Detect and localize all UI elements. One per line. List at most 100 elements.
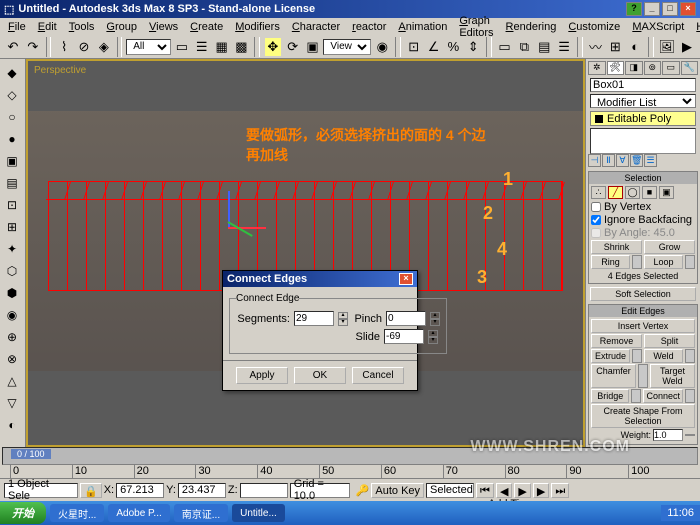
- prev-frame-icon[interactable]: ◀: [496, 483, 512, 498]
- grow-button[interactable]: Grow: [644, 240, 695, 254]
- y-coord-field[interactable]: 23.437: [178, 483, 226, 498]
- connect-settings[interactable]: [685, 389, 695, 403]
- keymode-dropdown[interactable]: Selected: [426, 483, 474, 498]
- extrude-button[interactable]: Extrude: [591, 349, 630, 363]
- select-by-name-icon[interactable]: ☰: [193, 37, 211, 57]
- polygon-mode-icon[interactable]: ■: [642, 186, 657, 199]
- goto-start-icon[interactable]: ⏮: [476, 483, 494, 498]
- select-region-icon[interactable]: ▦: [213, 37, 231, 57]
- weight-field[interactable]: [653, 429, 683, 441]
- system-tray[interactable]: 11:06: [661, 505, 700, 521]
- target-weld-button[interactable]: Target Weld: [650, 364, 695, 388]
- menu-customize[interactable]: Customize: [564, 21, 624, 33]
- layers-icon[interactable]: ☰: [555, 37, 573, 57]
- lock-selection-icon[interactable]: 🔒: [80, 483, 102, 498]
- start-button[interactable]: 开始: [0, 502, 46, 524]
- maximize-button[interactable]: □: [662, 2, 678, 16]
- dialog-close-icon[interactable]: ×: [399, 273, 413, 285]
- select-icon[interactable]: ▭: [173, 37, 191, 57]
- curve-editor-icon[interactable]: 〰: [587, 37, 605, 57]
- link-icon[interactable]: ⌇: [55, 37, 73, 57]
- reactor-icon[interactable]: ⬢: [2, 283, 22, 303]
- reactor-icon[interactable]: ▣: [2, 151, 22, 171]
- modifier-list-dropdown[interactable]: Modifier List: [590, 94, 696, 108]
- reactor-icon[interactable]: ◇: [2, 85, 22, 105]
- segments-spinner[interactable]: ▴▾: [338, 312, 348, 326]
- dialog-titlebar[interactable]: Connect Edges ×: [223, 271, 417, 287]
- by-angle-checkbox[interactable]: [591, 228, 601, 238]
- reactor-icon[interactable]: ◆: [2, 63, 22, 83]
- menu-character[interactable]: Character: [288, 21, 344, 33]
- split-button[interactable]: Split: [644, 334, 695, 348]
- autokey-button[interactable]: Auto Key: [371, 483, 424, 498]
- menu-maxscript[interactable]: MAXScript: [628, 21, 688, 33]
- menu-file[interactable]: File: [4, 21, 30, 33]
- apply-button[interactable]: Apply: [236, 367, 288, 384]
- modifier-stack-item[interactable]: Editable Poly: [590, 111, 696, 126]
- taskbar-item[interactable]: Adobe P...: [108, 504, 169, 522]
- object-name-field[interactable]: [590, 78, 696, 92]
- edit-edges-header[interactable]: Edit Edges: [589, 305, 697, 317]
- connect-button[interactable]: Connect: [643, 389, 683, 403]
- move-icon[interactable]: ✥: [264, 37, 282, 57]
- menu-create[interactable]: Create: [186, 21, 227, 33]
- menu-reactor[interactable]: reactor: [348, 21, 390, 33]
- pinch-spinner[interactable]: ▴▾: [430, 312, 440, 326]
- play-icon[interactable]: ▶: [514, 483, 530, 498]
- remove-button[interactable]: Remove: [591, 334, 642, 348]
- reactor-icon[interactable]: ⊡: [2, 195, 22, 215]
- weld-settings[interactable]: [685, 349, 695, 363]
- pivot-icon[interactable]: ◉: [373, 37, 391, 57]
- spinner-snap-icon[interactable]: ⇕: [464, 37, 482, 57]
- edge-mode-icon[interactable]: ╱: [608, 186, 623, 199]
- slide-field[interactable]: [384, 329, 424, 344]
- time-slider-thumb[interactable]: 0 / 100: [11, 449, 51, 459]
- create-tab-icon[interactable]: ✲: [588, 61, 606, 75]
- weight-spinner[interactable]: [685, 434, 695, 436]
- create-shape-button[interactable]: Create Shape From Selection: [591, 404, 695, 428]
- angle-snap-icon[interactable]: ∠: [425, 37, 443, 57]
- menu-grapheditors[interactable]: Graph Editors: [455, 15, 497, 39]
- mirror-icon[interactable]: ⧉: [516, 37, 534, 57]
- reactor-icon[interactable]: ⊞: [2, 217, 22, 237]
- percent-snap-icon[interactable]: %: [444, 37, 462, 57]
- reactor-icon[interactable]: ⊗: [2, 349, 22, 369]
- loop-spinner[interactable]: [685, 255, 695, 269]
- menu-tools[interactable]: Tools: [65, 21, 99, 33]
- motion-tab-icon[interactable]: ⊚: [644, 61, 662, 75]
- render-scene-icon[interactable]: 🖼: [658, 37, 677, 57]
- scale-icon[interactable]: ▣: [304, 37, 322, 57]
- named-sel-icon[interactable]: ▭: [496, 37, 514, 57]
- shrink-button[interactable]: Shrink: [591, 240, 642, 254]
- weld-button[interactable]: Weld: [644, 349, 683, 363]
- ok-button[interactable]: OK: [294, 367, 346, 384]
- pinch-field[interactable]: [386, 311, 426, 326]
- reactor-icon[interactable]: ▤: [2, 173, 22, 193]
- border-mode-icon[interactable]: ◯: [625, 186, 640, 199]
- menu-rendering[interactable]: Rendering: [502, 21, 561, 33]
- vertex-mode-icon[interactable]: ∴: [591, 186, 606, 199]
- next-frame-icon[interactable]: ▶: [533, 483, 549, 498]
- menu-modifiers[interactable]: Modifiers: [231, 21, 284, 33]
- configure-icon[interactable]: ☰: [644, 154, 657, 167]
- modifier-stack[interactable]: [590, 128, 696, 154]
- chamfer-settings[interactable]: [638, 364, 648, 388]
- extrude-settings[interactable]: [632, 349, 642, 363]
- reactor-icon[interactable]: ⊕: [2, 327, 22, 347]
- menu-help[interactable]: Help: [692, 21, 700, 33]
- by-vertex-checkbox[interactable]: [591, 202, 601, 212]
- hierarchy-tab-icon[interactable]: ◨: [625, 61, 643, 75]
- taskbar-item-active[interactable]: Untitle...: [232, 504, 285, 522]
- insert-vertex-button[interactable]: Insert Vertex: [591, 319, 695, 333]
- segments-field[interactable]: [294, 311, 334, 326]
- taskbar-item[interactable]: 火星时...: [50, 504, 104, 522]
- loop-button[interactable]: Loop: [644, 255, 683, 269]
- material-icon[interactable]: ◐: [626, 37, 644, 57]
- bridge-button[interactable]: Bridge: [591, 389, 629, 403]
- rotate-icon[interactable]: ⟳: [284, 37, 302, 57]
- utilities-tab-icon[interactable]: 🔧: [681, 61, 699, 75]
- chamfer-button[interactable]: Chamfer: [591, 364, 636, 388]
- x-coord-field[interactable]: 67.213: [116, 483, 164, 498]
- window-crossing-icon[interactable]: ▩: [233, 37, 251, 57]
- reactor-icon[interactable]: ▽: [2, 393, 22, 413]
